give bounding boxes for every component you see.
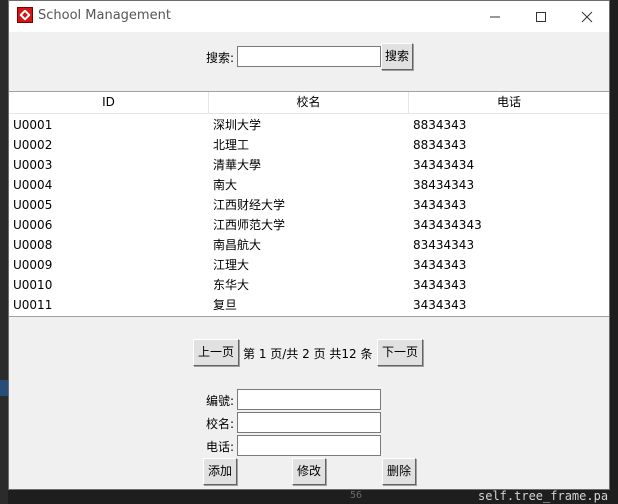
table-row[interactable]: U0003 清華大學 34343434 xyxy=(9,155,609,175)
cell-phone: 8834343 xyxy=(413,118,467,132)
id-field[interactable] xyxy=(237,389,381,410)
cell-phone: 3434343 xyxy=(413,258,467,272)
search-label: 搜索: xyxy=(206,51,235,65)
table-row[interactable]: U0009 江理大 3434343 xyxy=(9,255,609,275)
maximize-button[interactable] xyxy=(518,1,564,32)
cell-id: U0003 xyxy=(13,158,53,172)
editor-code-line: self.tree_frame.pa xyxy=(478,490,609,503)
school-table[interactable]: ID 校名 电话 U0001 深圳大学 8834343 U0002 北理工 8834343… xyxy=(9,91,609,317)
cell-phone: 3434343 xyxy=(413,298,467,312)
background-editor-right xyxy=(610,0,618,504)
column-header-name[interactable]: 校名 xyxy=(209,92,409,113)
cell-phone: 3434343 xyxy=(413,278,467,292)
cell-name: 东华大 xyxy=(213,278,250,292)
edit-button[interactable]: 修改 xyxy=(292,458,326,485)
table-row[interactable]: U0002 北理工 8834343 xyxy=(9,135,609,155)
school-management-window: School Management 搜索: 搜索 ID 校名 电话 U0001 深… xyxy=(8,0,610,490)
phone-label: 电话: xyxy=(205,440,234,454)
cell-name: 江西师范大学 xyxy=(213,218,286,232)
table-row[interactable]: U0004 南大 38434343 xyxy=(9,175,609,195)
school-app-icon[interactable] xyxy=(17,7,33,23)
table-row[interactable]: U0006 江西师范大学 343434343 xyxy=(9,215,609,235)
cell-id: U0009 xyxy=(13,258,53,272)
cell-id: U0010 xyxy=(13,278,53,292)
background-editor-bottom: 56 self.tree_frame.pa xyxy=(340,490,618,504)
cell-id: U0001 xyxy=(13,118,53,132)
table-body: U0001 深圳大学 8834343 U0002 北理工 8834343 U0003 清華大學… xyxy=(9,115,609,315)
next-page-button[interactable]: 下一页 xyxy=(377,339,423,366)
name-field[interactable] xyxy=(237,412,381,433)
delete-button[interactable]: 删除 xyxy=(382,458,416,485)
title-bar[interactable]: School Management xyxy=(9,1,609,32)
minimize-icon xyxy=(490,16,500,18)
id-label: 编號: xyxy=(205,394,234,408)
editor-selection xyxy=(0,380,8,396)
cell-id: U0002 xyxy=(13,138,53,152)
cell-id: U0005 xyxy=(13,198,53,212)
background-editor-left xyxy=(0,0,8,504)
phone-field[interactable] xyxy=(237,435,381,456)
cell-phone: 8834343 xyxy=(413,138,467,152)
cell-phone: 343434343 xyxy=(413,218,482,232)
editor-line-number: 56 xyxy=(350,490,363,501)
cell-id: U0004 xyxy=(13,178,53,192)
search-input[interactable] xyxy=(237,46,381,67)
table-row[interactable]: U0010 东华大 3434343 xyxy=(9,275,609,295)
cell-name: 复旦 xyxy=(213,298,238,312)
prev-page-button[interactable]: 上一页 xyxy=(193,339,239,366)
column-header-phone[interactable]: 电话 xyxy=(409,92,609,113)
cell-phone: 34343434 xyxy=(413,158,475,172)
cell-name: 南大 xyxy=(213,178,238,192)
name-label: 校名: xyxy=(205,417,234,431)
cell-phone: 83434343 xyxy=(413,238,475,252)
cell-name: 南昌航大 xyxy=(213,238,262,252)
minimize-button[interactable] xyxy=(472,1,518,32)
cell-name: 清華大學 xyxy=(213,158,262,172)
column-header-id[interactable]: ID xyxy=(9,92,209,113)
maximize-icon xyxy=(536,12,546,22)
close-button[interactable] xyxy=(564,1,610,32)
table-row[interactable]: U0008 南昌航大 83434343 xyxy=(9,235,609,255)
table-header: ID 校名 电话 xyxy=(9,92,609,114)
cell-name: 深圳大学 xyxy=(213,118,262,132)
cell-phone: 3434343 xyxy=(413,198,467,212)
cell-name: 江理大 xyxy=(213,258,250,272)
cell-id: U0008 xyxy=(13,238,53,252)
cell-id: U0006 xyxy=(13,218,53,232)
page-info: 第 1 页/共 2 页 共12 条 xyxy=(243,347,373,361)
add-button[interactable]: 添加 xyxy=(203,458,237,485)
search-button[interactable]: 搜索 xyxy=(381,43,413,70)
cell-phone: 38434343 xyxy=(413,178,475,192)
cell-name: 北理工 xyxy=(213,138,250,152)
table-row[interactable]: U0011 复旦 3434343 xyxy=(9,295,609,315)
cell-name: 江西财经大学 xyxy=(213,198,286,212)
table-row[interactable]: U0001 深圳大学 8834343 xyxy=(9,115,609,135)
table-row[interactable]: U0005 江西财经大学 3434343 xyxy=(9,195,609,215)
window-title: School Management xyxy=(38,8,171,23)
close-icon xyxy=(581,11,593,23)
cell-id: U0011 xyxy=(13,298,53,312)
